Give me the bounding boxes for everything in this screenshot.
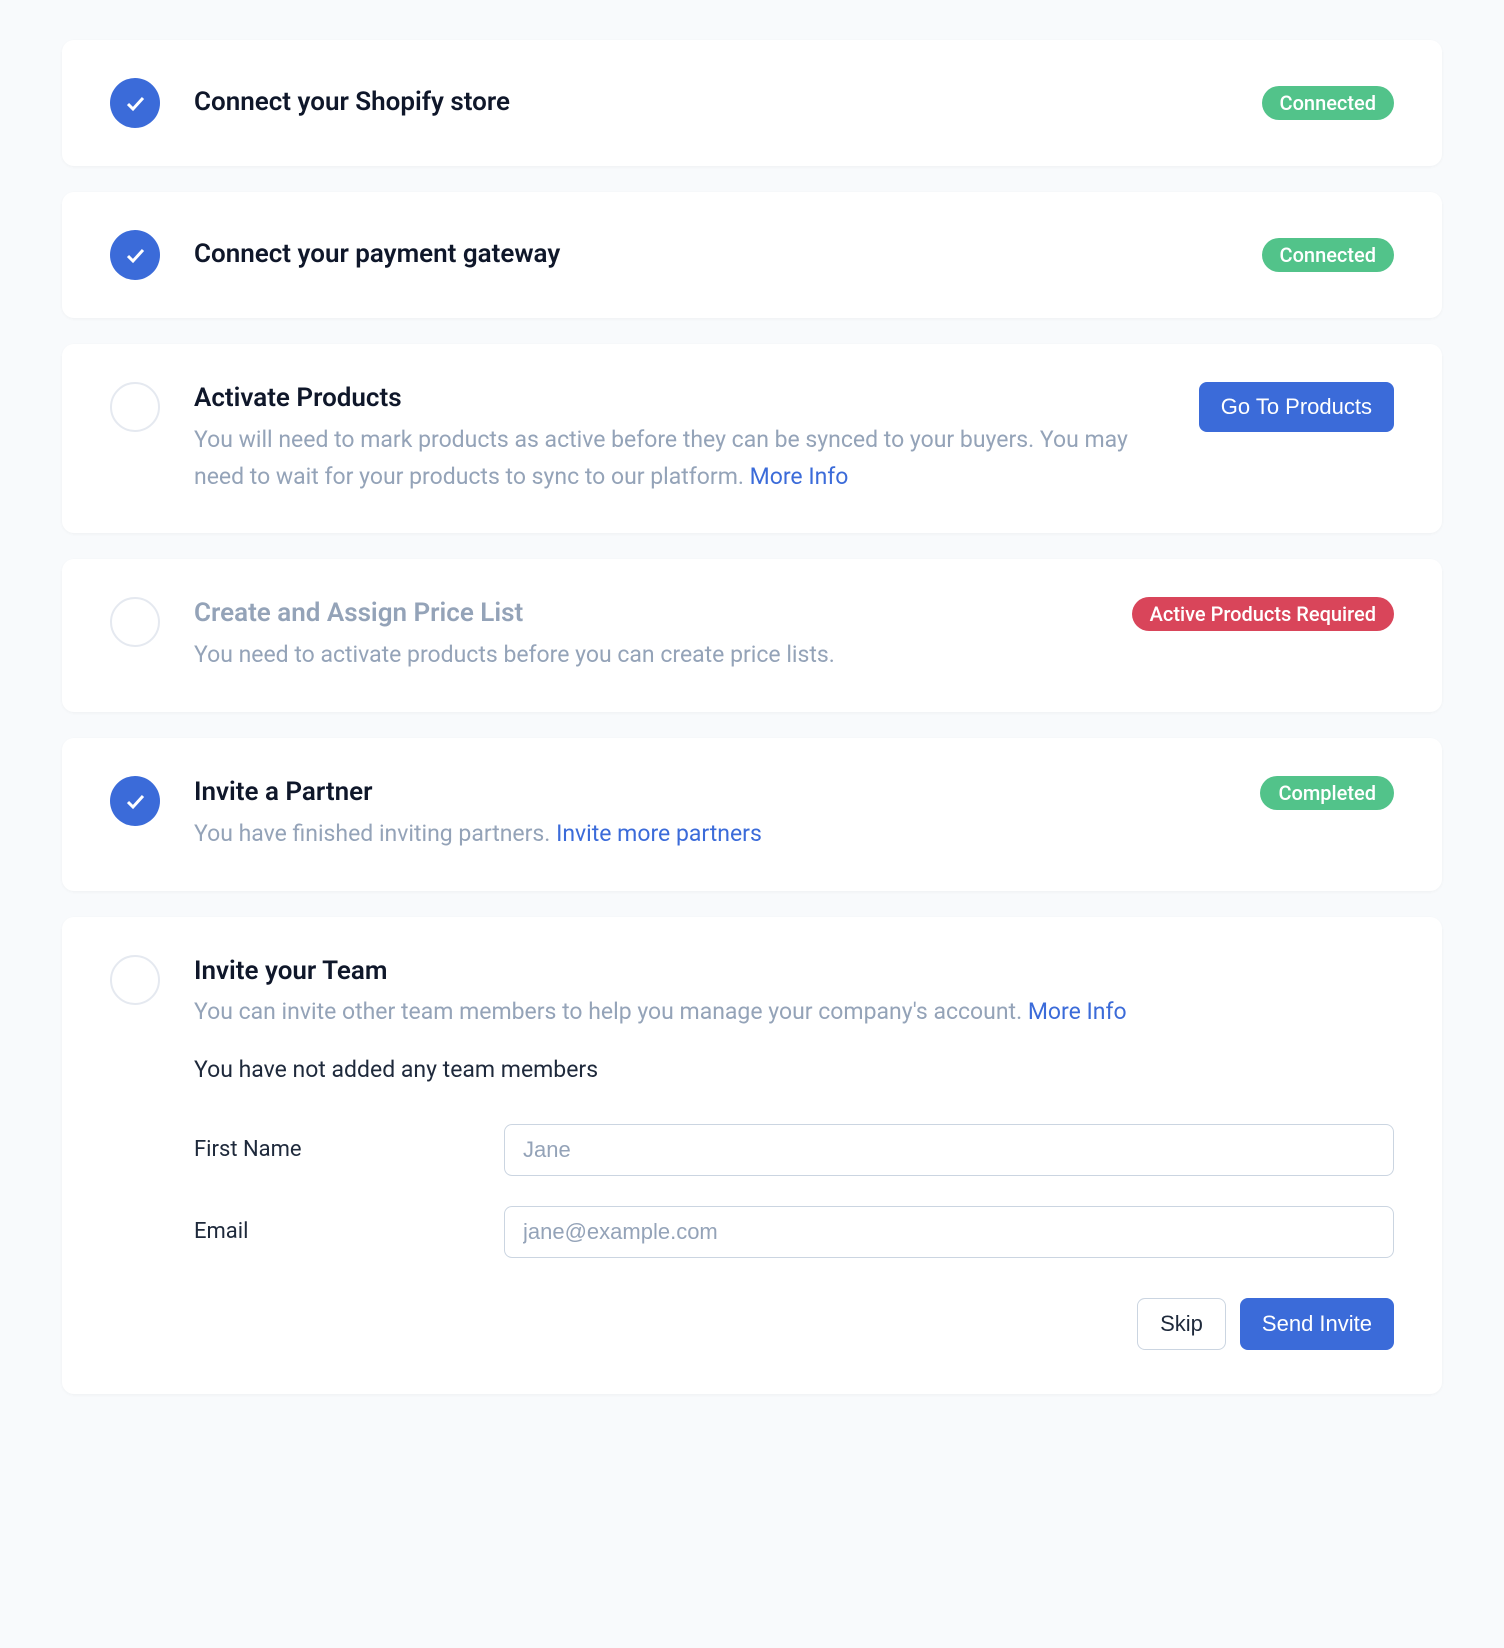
invite-team-form: First Name Email Skip Send Invite	[194, 1124, 1394, 1350]
step-description: You need to activate products before you…	[194, 637, 1098, 674]
check-icon	[123, 91, 147, 115]
onboarding-steps: Connect your Shopify store Connected Con…	[62, 40, 1442, 1394]
empty-team-note: You have not added any team members	[194, 1053, 1394, 1088]
required-badge: Active Products Required	[1132, 597, 1394, 631]
email-label: Email	[194, 1219, 474, 1244]
step-description: You have finished inviting partners. Inv…	[194, 816, 1226, 853]
more-info-link[interactable]: More Info	[750, 463, 849, 490]
check-icon	[123, 243, 147, 267]
check-icon	[123, 789, 147, 813]
step-title: Connect your Shopify store	[194, 86, 1228, 120]
more-info-link[interactable]: More Info	[1028, 998, 1127, 1025]
connected-badge: Connected	[1262, 238, 1394, 272]
step-title: Create and Assign Price List	[194, 597, 1098, 631]
status-complete-icon	[110, 776, 160, 826]
step-invite-partner: Invite a Partner You have finished invit…	[62, 738, 1442, 891]
step-connect-shopify: Connect your Shopify store Connected	[62, 40, 1442, 166]
step-description: You can invite other team members to hel…	[194, 994, 1394, 1031]
step-invite-team: Invite your Team You can invite other te…	[62, 917, 1442, 1394]
email-input[interactable]	[504, 1206, 1394, 1258]
first-name-label: First Name	[194, 1137, 474, 1162]
completed-badge: Completed	[1260, 776, 1394, 810]
step-description: You will need to mark products as active…	[194, 422, 1165, 496]
step-activate-products: Activate Products You will need to mark …	[62, 344, 1442, 533]
first-name-input[interactable]	[504, 1124, 1394, 1176]
step-title: Invite your Team	[194, 955, 1394, 989]
connected-badge: Connected	[1262, 86, 1394, 120]
step-title: Activate Products	[194, 382, 1165, 416]
go-to-products-button[interactable]: Go To Products	[1199, 382, 1394, 432]
status-incomplete-icon	[110, 597, 160, 647]
status-incomplete-icon	[110, 382, 160, 432]
status-complete-icon	[110, 78, 160, 128]
skip-button[interactable]: Skip	[1137, 1298, 1226, 1350]
step-price-list: Create and Assign Price List You need to…	[62, 559, 1442, 712]
step-title: Connect your payment gateway	[194, 238, 1228, 272]
step-title: Invite a Partner	[194, 776, 1226, 810]
send-invite-button[interactable]: Send Invite	[1240, 1298, 1394, 1350]
invite-more-partners-link[interactable]: Invite more partners	[556, 820, 762, 847]
status-complete-icon	[110, 230, 160, 280]
step-connect-payment: Connect your payment gateway Connected	[62, 192, 1442, 318]
status-incomplete-icon	[110, 955, 160, 1005]
